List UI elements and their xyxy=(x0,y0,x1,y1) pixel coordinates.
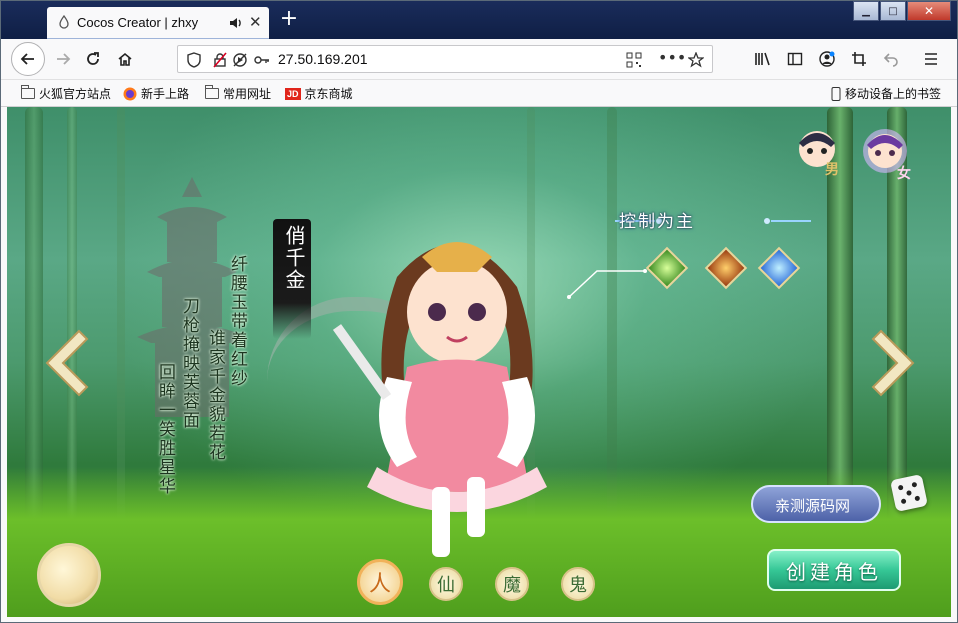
navigation-bar: 27.50.169.201 ••• xyxy=(1,39,957,80)
tab-title: Cocos Creator | zhxy xyxy=(77,15,199,30)
gender-female-button[interactable]: 女 xyxy=(861,123,911,182)
bookmark-label: 新手上路 xyxy=(141,87,190,101)
folder-icon xyxy=(21,85,35,99)
window-controls: ▁ □ ✕ xyxy=(852,1,951,23)
gender-male-button[interactable]: 男 xyxy=(795,123,843,179)
bookmark-item[interactable]: JD 京东商城 xyxy=(285,85,353,102)
bookmark-item[interactable]: 新手上路 xyxy=(123,85,189,102)
bookmark-label: 火狐官方站点 xyxy=(39,87,112,101)
bookmark-label: 京东商城 xyxy=(304,87,353,101)
sidebar-icon xyxy=(787,52,803,66)
undo-button[interactable] xyxy=(877,45,905,73)
character-illustration xyxy=(332,242,547,557)
tab-close-icon[interactable]: ✕ xyxy=(249,13,262,31)
previous-character-button[interactable] xyxy=(37,327,91,399)
gender-male-label: 男 xyxy=(825,162,839,178)
forward-button[interactable] xyxy=(49,45,77,73)
screenshot-button[interactable] xyxy=(845,45,873,73)
account-icon xyxy=(819,51,835,67)
bookmarks-bar: 火狐官方站点 新手上路 常用网址 JD 京东商城 移动设备上的书签 xyxy=(1,80,957,107)
mobile-bookmarks-label: 移动设备上的书签 xyxy=(845,87,942,101)
sidebar-button[interactable] xyxy=(781,45,809,73)
home-icon xyxy=(118,52,132,66)
poem-line: 回眸一笑胜星华 xyxy=(155,363,175,496)
library-icon xyxy=(755,52,770,66)
key-icon[interactable] xyxy=(254,52,270,68)
tab-bar: Cocos Creator | zhxy ✕ + ▁ □ ✕ xyxy=(1,1,957,39)
insecure-lock-icon[interactable] xyxy=(212,52,228,68)
mobile-device-icon xyxy=(831,86,841,101)
chevron-right-icon xyxy=(871,329,915,397)
skill-icon-fire[interactable] xyxy=(704,246,748,290)
reload-button[interactable] xyxy=(79,45,107,73)
back-orb-button[interactable] xyxy=(37,543,101,607)
speaker-icon[interactable] xyxy=(228,15,244,31)
tab-active[interactable]: Cocos Creator | zhxy ✕ xyxy=(47,7,269,39)
account-button[interactable] xyxy=(813,45,841,73)
hamburger-menu-icon xyxy=(925,53,937,65)
faction-tab-demon[interactable]: 魔 xyxy=(495,567,529,601)
faction-tab-human[interactable]: 人 xyxy=(357,559,403,605)
skill-icon-nature[interactable] xyxy=(645,246,689,290)
crop-icon xyxy=(852,52,866,66)
folder-icon xyxy=(205,85,219,99)
bookmark-item[interactable]: 火狐官方站点 xyxy=(21,85,111,102)
create-character-button[interactable]: 创建角色 xyxy=(767,549,901,591)
page-favicon-icon xyxy=(59,15,69,29)
undo-icon xyxy=(883,53,898,67)
skill-icon-ice[interactable] xyxy=(757,246,801,290)
bookmark-star-icon[interactable] xyxy=(688,52,704,68)
autoplay-blocked-icon[interactable] xyxy=(232,52,248,68)
bookmark-label: 常用网址 xyxy=(223,87,272,101)
gender-female-label: 女 xyxy=(897,166,911,182)
character-name-banner: 俏千金 xyxy=(273,219,311,339)
random-name-dice-icon[interactable] xyxy=(890,474,928,512)
role-tag: 控制为主 xyxy=(619,212,695,232)
faction-tab-ghost[interactable]: 鬼 xyxy=(561,567,595,601)
page-actions-icon[interactable]: ••• xyxy=(658,48,686,67)
url-text: 27.50.169.201 xyxy=(278,51,368,67)
faction-tab-immortal[interactable]: 仙 xyxy=(429,567,463,601)
shield-icon[interactable] xyxy=(186,52,202,68)
chevron-left-icon xyxy=(45,329,89,397)
browser-window: Cocos Creator | zhxy ✕ + ▁ □ ✕ 27.50.169… xyxy=(0,0,958,623)
library-button[interactable] xyxy=(749,45,777,73)
qr-code-icon[interactable] xyxy=(626,52,642,68)
poem-line: 纤腰玉带着红纱 xyxy=(227,255,247,388)
skill-pointer-line xyxy=(567,269,647,299)
address-bar[interactable]: 27.50.169.201 ••• xyxy=(177,45,713,73)
window-close-button[interactable]: ✕ xyxy=(907,1,951,21)
next-character-button[interactable] xyxy=(869,327,923,399)
bookmark-item[interactable]: 常用网址 xyxy=(205,85,271,102)
reload-icon xyxy=(87,52,99,65)
character-name-value: 亲测源码网 xyxy=(775,498,851,515)
forward-arrow-icon xyxy=(57,53,71,65)
back-button[interactable] xyxy=(11,42,45,76)
poem-line: 刀枪掩映芙蓉面 xyxy=(179,297,199,430)
back-arrow-icon xyxy=(20,53,34,65)
maximize-button[interactable]: □ xyxy=(880,1,906,21)
menu-button[interactable] xyxy=(917,45,945,73)
home-button[interactable] xyxy=(111,45,139,73)
character-name: 俏千金 xyxy=(282,225,306,291)
poem-line: 谁家千金貌若花 xyxy=(205,329,225,462)
firefox-icon xyxy=(123,87,137,100)
new-tab-button[interactable]: + xyxy=(278,7,300,31)
mobile-bookmarks[interactable]: 移动设备上的书签 xyxy=(831,85,941,102)
jd-icon: JD xyxy=(285,87,301,100)
character-name-field[interactable]: 亲测源码网 xyxy=(751,485,881,523)
minimize-button[interactable]: ▁ xyxy=(853,1,879,21)
game-canvas[interactable]: 俏千金 纤腰玉带着红纱 谁家千金貌若花 刀枪掩映芙蓉面 回眸一笑胜星华 控制为主 xyxy=(7,107,951,617)
